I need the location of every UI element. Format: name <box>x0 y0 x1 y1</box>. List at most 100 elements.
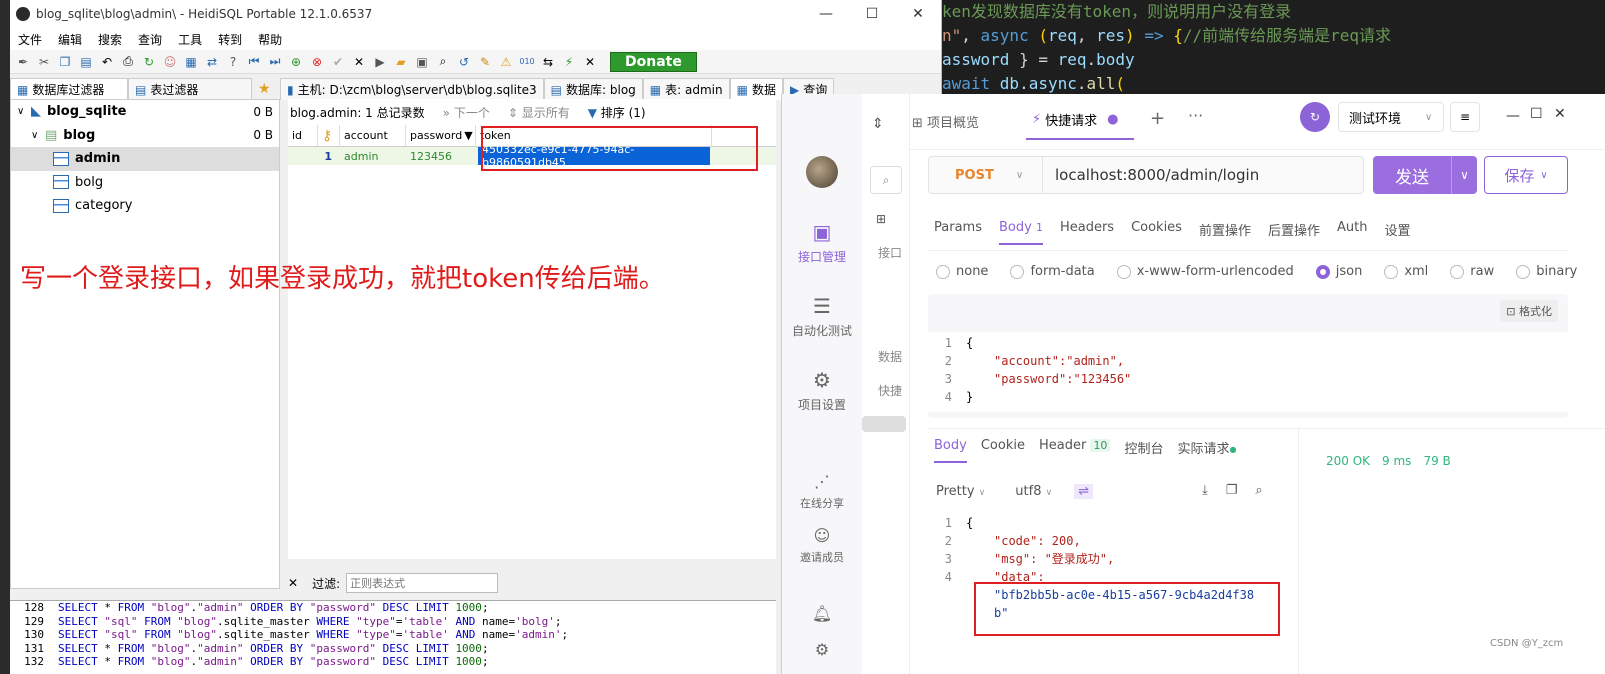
delete-icon[interactable]: ⊗ <box>308 53 326 71</box>
tab-table-filter[interactable]: ▤ 表过滤器 <box>128 78 252 100</box>
cell-password[interactable]: 123456 <box>406 147 476 165</box>
menu-tools[interactable]: 工具 <box>170 31 210 48</box>
tree-item-admin[interactable]: admin <box>11 147 279 171</box>
minimize-icon[interactable]: — <box>803 0 849 28</box>
add-tab-icon[interactable]: + <box>1150 108 1165 129</box>
tree-item-bolg[interactable]: bolg <box>11 171 279 195</box>
maximize-icon[interactable]: ☐ <box>1530 106 1543 122</box>
tab-headers[interactable]: Headers <box>1060 220 1114 245</box>
tab-post-ops[interactable]: 后置操作 <box>1268 220 1320 245</box>
copy-icon[interactable]: ❐ <box>56 53 74 71</box>
tab-overview[interactable]: ⊞ 项目概览 <box>912 112 979 131</box>
url-input[interactable]: localhost:8000/admin/login <box>1055 166 1259 184</box>
broom-icon[interactable]: ✎ <box>476 53 494 71</box>
radio-binary[interactable]: binary <box>1516 264 1577 279</box>
chevron-down-icon[interactable]: ∨ <box>31 130 45 141</box>
copy-icon[interactable]: ❐ <box>1226 483 1238 498</box>
tab-table[interactable]: ▦ 表: admin <box>642 78 730 100</box>
warning-icon[interactable]: ⚠ <box>497 53 515 71</box>
first-icon[interactable]: ⏮ <box>245 53 263 71</box>
export-icon[interactable]: ▦ <box>182 53 200 71</box>
tab-quick-request[interactable]: ⚡︎ 快捷请求 ● <box>1026 100 1134 140</box>
tree-item-blog[interactable]: ∨ ▤ blog 0 B <box>11 124 279 148</box>
tab-db-filter[interactable]: ▦ 数据库过滤器 <box>10 78 128 100</box>
menu-edit[interactable]: 编辑 <box>50 31 90 48</box>
sidebar-item-api[interactable]: ▣ 接口管理 <box>782 220 862 265</box>
undo-icon[interactable]: ↶ <box>98 53 116 71</box>
replace-icon[interactable]: ↺ <box>455 53 473 71</box>
encoding-select[interactable]: utf8 ∨ <box>1015 484 1052 499</box>
run-icon[interactable]: ▶ <box>371 53 389 71</box>
scroll-thumb[interactable] <box>862 416 906 432</box>
filter-input[interactable] <box>346 573 499 593</box>
menu-help[interactable]: 帮助 <box>250 31 290 48</box>
add-icon[interactable]: ⊕ <box>287 53 305 71</box>
check-icon[interactable]: ✔ <box>329 53 347 71</box>
radio-urlencoded[interactable]: x-www-form-urlencoded <box>1116 264 1294 279</box>
donate-button[interactable]: Donate <box>610 51 697 72</box>
sidebar-item-settings[interactable]: ⚙ 项目设置 <box>782 368 862 413</box>
col-id[interactable]: id <box>288 124 318 147</box>
request-body-editor[interactable]: ⊡ 格式化 1{ 2 "account":"admin", 3 "password"… <box>928 294 1568 418</box>
more-icon[interactable]: ··· <box>1188 106 1203 125</box>
refresh-icon[interactable]: ↻ <box>140 53 158 71</box>
method-select[interactable]: POST ∨ <box>929 157 1043 193</box>
close-icon[interactable]: ✕ <box>895 0 941 28</box>
tab-resp-header[interactable]: Header 10 <box>1039 438 1111 463</box>
print-icon[interactable]: ⎙ <box>119 53 137 71</box>
tab-resp-console[interactable]: 控制台 <box>1124 438 1163 463</box>
tree-item-category[interactable]: category <box>11 194 279 218</box>
send-button[interactable]: 发送 ∨ <box>1373 156 1477 194</box>
radio-json[interactable]: json <box>1315 264 1362 279</box>
radio-form-data[interactable]: form-data <box>1010 264 1095 279</box>
tab-body[interactable]: Body 1 <box>998 220 1043 245</box>
tab-params[interactable]: Params <box>934 220 982 245</box>
binary-icon[interactable]: 010 <box>518 53 536 71</box>
avatar[interactable] <box>806 156 838 188</box>
tree-item-blog-sqlite[interactable]: ∨ ◣ blog_sqlite 0 B <box>11 100 279 124</box>
tab-data[interactable]: ▦ 数据 <box>729 78 783 100</box>
radio-none[interactable]: none <box>936 264 988 279</box>
download-icon[interactable]: ⤓ <box>1202 483 1208 498</box>
sort-button[interactable]: ▼ 排序 (1) <box>588 104 646 121</box>
folder-icon[interactable]: ▰ <box>392 53 410 71</box>
chevron-down-icon[interactable]: ∨ <box>17 106 31 117</box>
gear-icon[interactable]: ⚙ <box>782 640 862 659</box>
radio-xml[interactable]: xml <box>1384 264 1428 279</box>
grid-icon[interactable]: ⊞ <box>876 212 886 226</box>
show-all-button[interactable]: ⇕ 显示所有 <box>508 104 570 121</box>
tab-resp-cookie[interactable]: Cookie <box>981 438 1025 463</box>
radio-raw[interactable]: raw <box>1450 264 1494 279</box>
close-tab-icon[interactable]: ✕ <box>581 53 599 71</box>
sidebar-item-invite[interactable]: ☺ 邀请成员 <box>782 526 862 565</box>
minimize-icon[interactable]: — <box>1506 108 1520 124</box>
cell-id[interactable]: 1 <box>288 147 340 165</box>
find-icon[interactable]: ⌕ <box>434 53 452 71</box>
format-button[interactable]: ⊡ 格式化 <box>1500 300 1558 322</box>
menu-file[interactable]: 文件 <box>10 31 50 48</box>
chevron-down-icon[interactable]: ∨ <box>1451 156 1477 194</box>
wrap-icon[interactable]: ⇌ <box>1074 484 1094 499</box>
request-code[interactable]: 1{ 2 "account":"admin", 3 "password":"1234… <box>928 332 1568 412</box>
transfer-icon[interactable]: ⇄ <box>203 53 221 71</box>
tab-cookies[interactable]: Cookies <box>1131 220 1182 245</box>
disconnect-icon[interactable]: ✂ <box>35 53 53 71</box>
last-icon[interactable]: ⏭ <box>266 53 284 71</box>
pretty-select[interactable]: Pretty ∨ <box>936 484 985 499</box>
tab-host[interactable]: ▮ 主机: D:\zcm\blog\server\db\blog.sqlite3 <box>280 78 544 100</box>
menu-icon[interactable]: ≡ <box>1450 102 1480 132</box>
tab-settings[interactable]: 设置 <box>1384 220 1410 245</box>
tab-database[interactable]: ▤ 数据库: blog <box>543 78 643 100</box>
search-icon[interactable]: ⌕ <box>1255 483 1262 498</box>
close-icon[interactable]: ✕ <box>1554 106 1566 122</box>
help-icon[interactable]: ? <box>224 53 242 71</box>
cell-account[interactable]: admin <box>340 147 406 165</box>
save-icon[interactable]: ▣ <box>413 53 431 71</box>
sync-icon[interactable]: ⚡ <box>560 53 578 71</box>
bell-icon[interactable]: 🔔︎ <box>782 604 862 623</box>
tab-resp-actual[interactable]: 实际请求● <box>1177 438 1236 463</box>
col-account[interactable]: account <box>340 124 406 147</box>
paste-icon[interactable]: ▤ <box>77 53 95 71</box>
sync-icon[interactable]: ↻ <box>1300 102 1330 132</box>
next-button[interactable]: » 下一个 <box>443 104 490 121</box>
